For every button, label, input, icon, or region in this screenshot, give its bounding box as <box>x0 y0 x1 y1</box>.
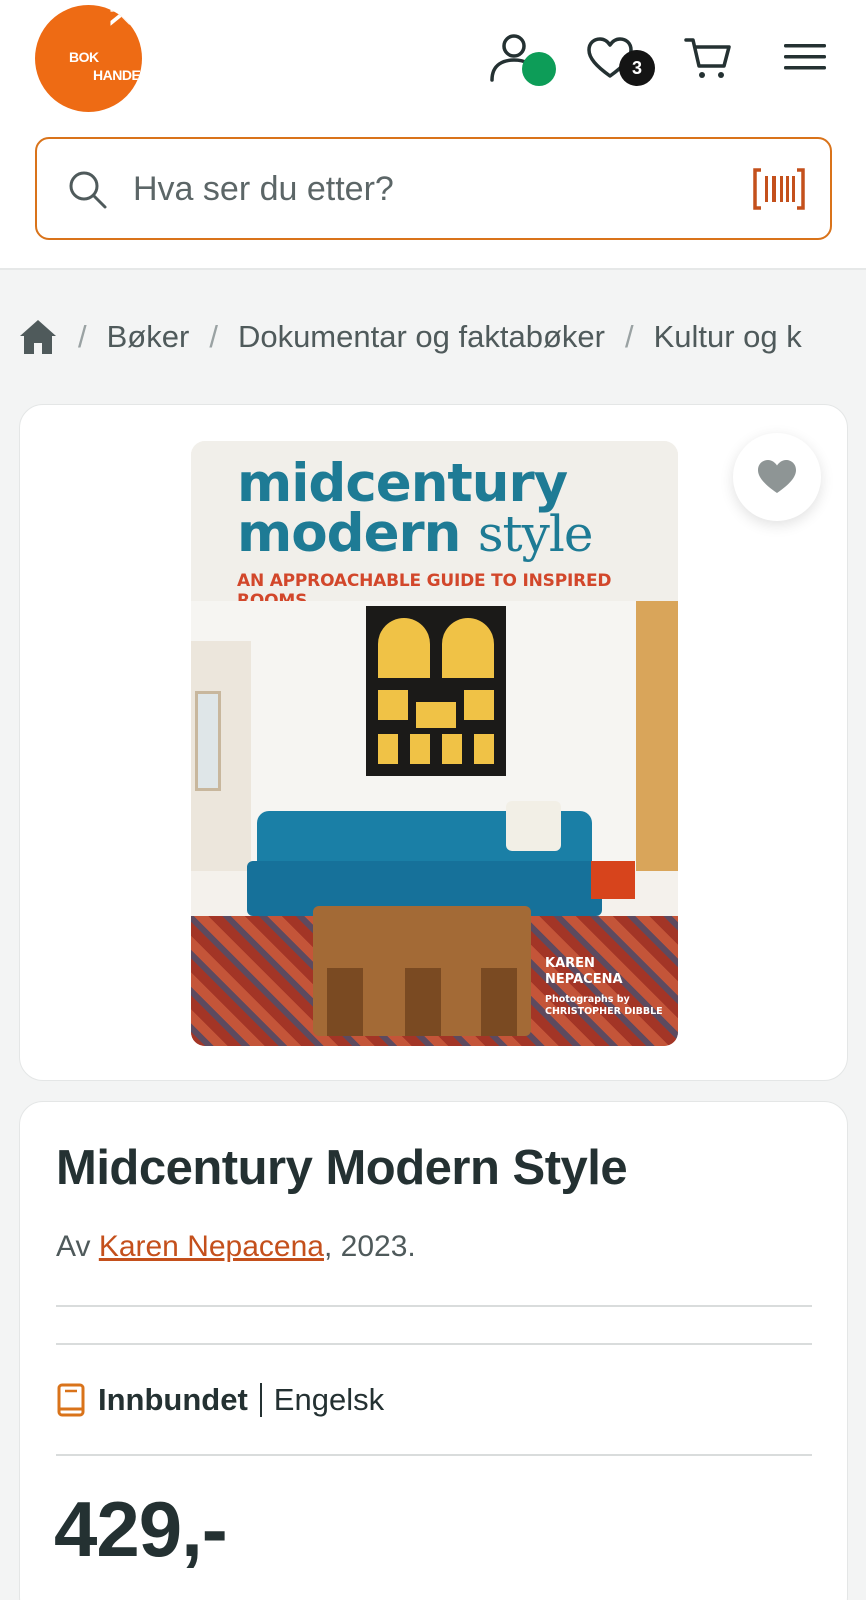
logo-text-bok: BOK <box>69 49 99 65</box>
cover-title-style: style <box>477 505 594 563</box>
book-cover-image[interactable]: midcentury modern style AN APPROACHABLE … <box>191 441 678 1046</box>
byline-year: , 2023. <box>323 1230 416 1263</box>
breadcrumb-item-dokumentar[interactable]: Dokumentar og faktabøker <box>238 319 605 355</box>
cover-author-first: KAREN <box>545 956 595 971</box>
divider <box>56 1305 812 1307</box>
cover-room-window <box>195 691 221 791</box>
menu-icon[interactable] <box>784 42 826 72</box>
login-status-dot <box>522 52 556 86</box>
search-input[interactable] <box>133 163 693 215</box>
cover-author: KAREN NEPACENA <box>545 956 623 988</box>
cover-room-kitchen <box>636 601 678 871</box>
cover-pillow <box>506 801 561 851</box>
home-icon[interactable] <box>18 317 58 357</box>
product-image-card: midcentury modern style AN APPROACHABLE … <box>19 404 848 1081</box>
cover-sofa-cushion <box>591 861 635 899</box>
cart-icon[interactable] <box>684 36 732 80</box>
search-icon[interactable] <box>67 169 109 211</box>
divider <box>56 1454 812 1456</box>
heart-filled-icon <box>758 460 796 493</box>
breadcrumb-item-boker[interactable]: Bøker <box>107 319 190 355</box>
language: Engelsk <box>273 1382 385 1417</box>
author-link[interactable]: Karen Nepacena <box>99 1230 324 1263</box>
wishlist-count-badge: 3 <box>619 50 655 86</box>
cover-coffee-table <box>313 906 531 1036</box>
breadcrumb-separator: / <box>624 319 634 354</box>
price: 429,- <box>54 1485 228 1573</box>
logo-text-handel: HANDEL <box>93 67 142 83</box>
breadcrumb-separator: / <box>78 319 87 354</box>
breadcrumb-separator: / <box>209 319 218 354</box>
cover-title-line2: modern style <box>237 503 594 564</box>
cover-photo-credit: Photographs by <box>545 994 630 1005</box>
product-byline: Av Karen Nepacena, 2023. <box>56 1230 416 1264</box>
book-icon <box>57 1383 85 1417</box>
byline-prefix: Av <box>56 1230 99 1263</box>
cover-photographer-name: CHRISTOPHER DIBBLE <box>545 1006 663 1017</box>
cover-title-modern: modern <box>237 503 461 564</box>
divider <box>56 1343 812 1345</box>
product-info-card: Midcentury Modern Style Av Karen Nepacen… <box>19 1101 848 1600</box>
add-to-wishlist-button[interactable] <box>733 433 821 521</box>
product-title: Midcentury Modern Style <box>56 1141 628 1195</box>
breadcrumb: / Bøker / Dokumentar og faktabøker / Kul… <box>18 312 866 362</box>
cover-author-last: NEPACENA <box>545 972 623 987</box>
format-separator <box>259 1383 262 1417</box>
barcode-scanner-icon[interactable] <box>751 167 807 211</box>
logo-text-ark: ARK <box>104 5 136 25</box>
ark-logo[interactable]: ARK BOK HANDEL <box>35 5 142 112</box>
cover-photographer: Photographs by CHRISTOPHER DIBBLE <box>545 994 663 1018</box>
site-header: ARK BOK HANDEL 3 <box>0 0 866 270</box>
search-box[interactable] <box>35 137 832 240</box>
breadcrumb-item-kultur[interactable]: Kultur og k <box>654 319 802 355</box>
cover-wall-art <box>366 606 506 776</box>
binding-type: Innbundet <box>98 1382 248 1417</box>
format-info: Innbundet Engelsk <box>56 1378 384 1422</box>
